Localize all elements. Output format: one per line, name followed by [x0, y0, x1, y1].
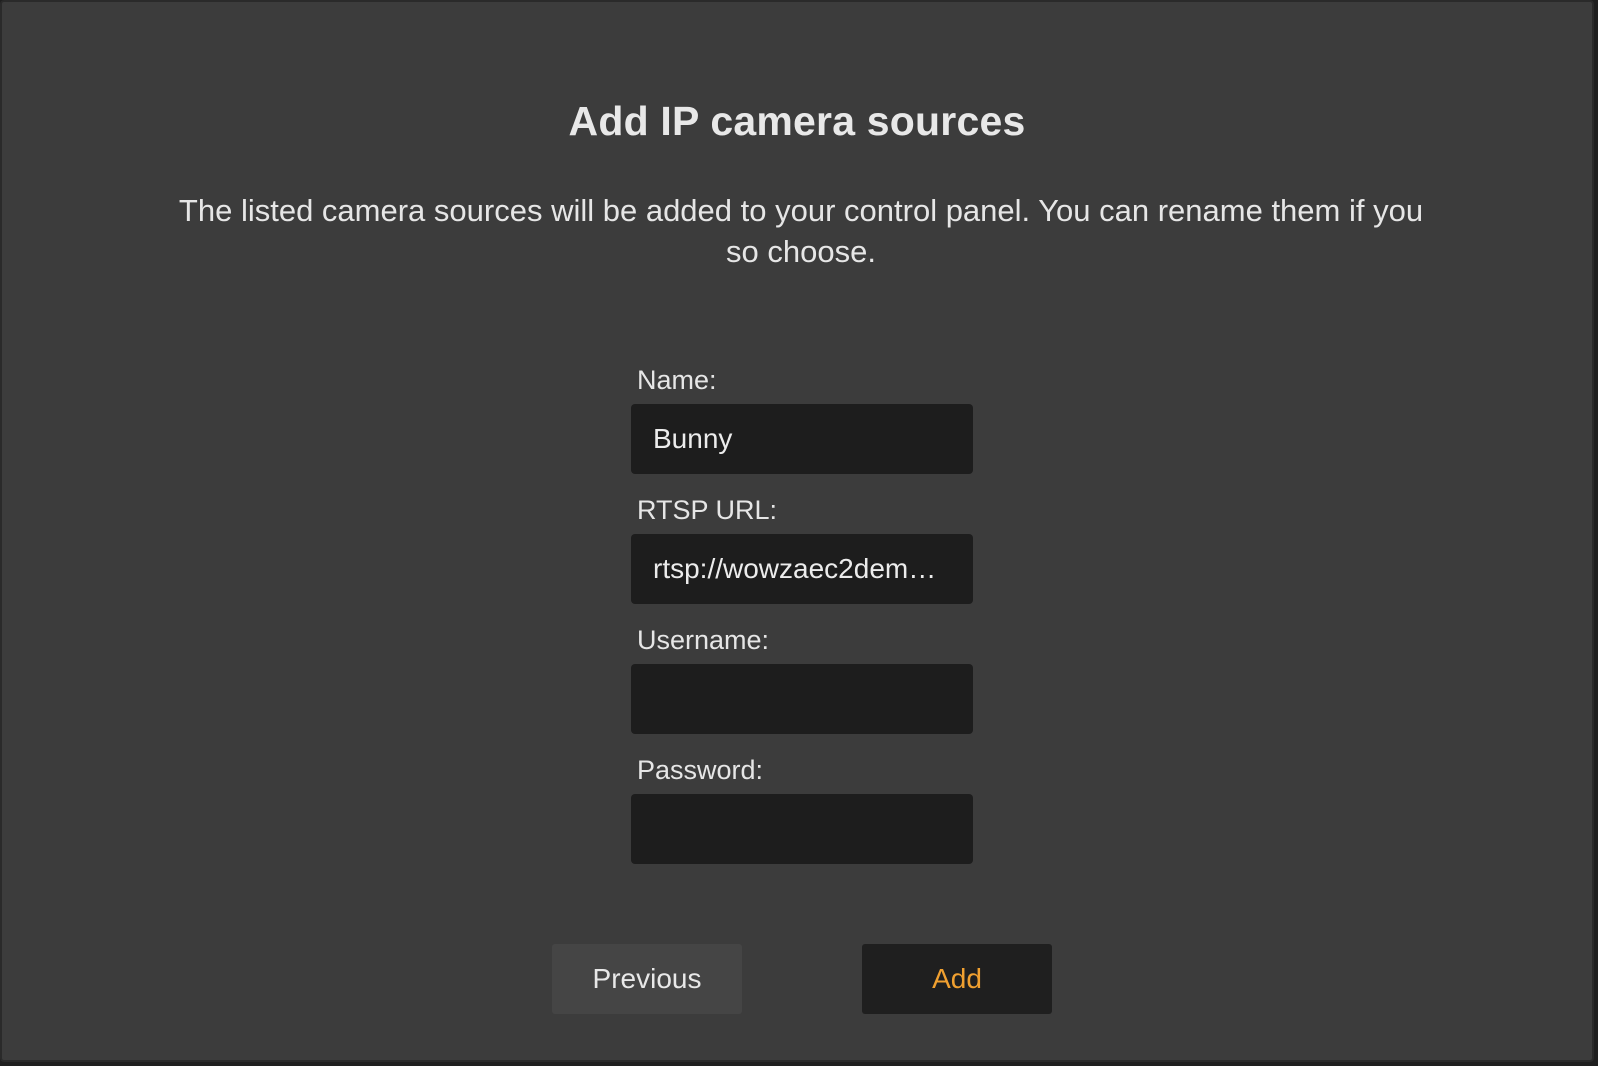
rtsp-url-label: RTSP URL: [637, 495, 778, 525]
password-field[interactable] [631, 794, 973, 864]
name-label: Name: [637, 365, 717, 395]
username-label: Username: [637, 625, 770, 655]
add-camera-dialog: Add IP camera sources The listed camera … [0, 0, 1594, 1062]
previous-button[interactable]: Previous [552, 944, 742, 1014]
rtsp-url-field[interactable] [631, 534, 973, 604]
name-field[interactable] [631, 404, 973, 474]
dialog-title: Add IP camera sources [568, 98, 1026, 144]
username-field[interactable] [631, 664, 973, 734]
add-button[interactable]: Add [862, 944, 1052, 1014]
password-label: Password: [637, 755, 764, 785]
dialog-description: The listed camera sources will be added … [178, 193, 1424, 269]
